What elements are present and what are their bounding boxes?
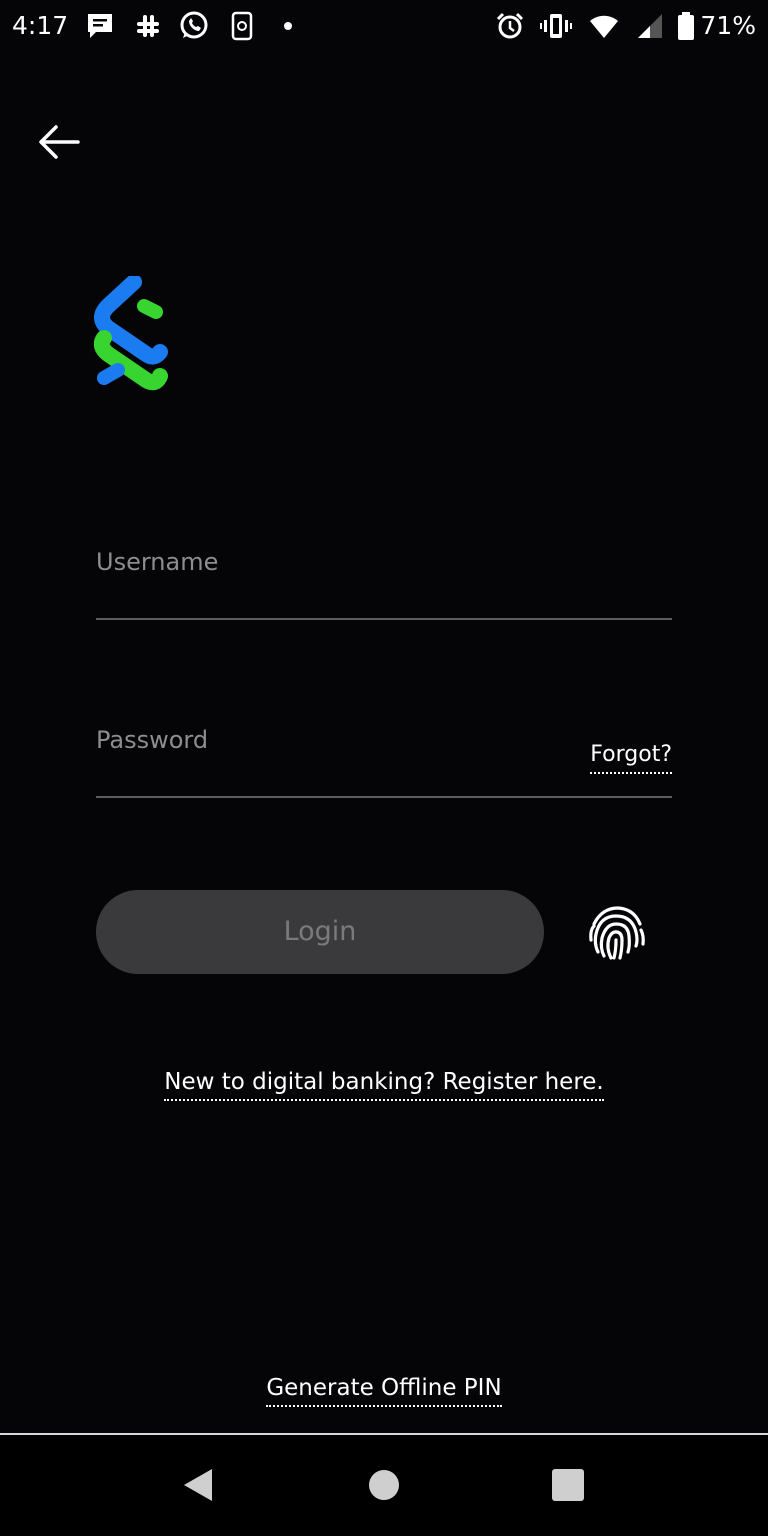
message-icon — [84, 10, 116, 42]
username-field[interactable] — [96, 530, 672, 620]
vibrate-icon — [540, 10, 572, 42]
fingerprint-button[interactable] — [584, 900, 648, 964]
back-arrow-icon — [39, 125, 80, 159]
nav-home-button[interactable] — [364, 1465, 404, 1505]
login-button[interactable]: Login — [96, 890, 544, 974]
register-link-container: New to digital banking? Register here. — [0, 1066, 768, 1101]
forgot-password-link[interactable]: Forgot? — [590, 740, 672, 774]
battery-percent: 71% — [700, 11, 756, 40]
register-link[interactable]: New to digital banking? Register here. — [164, 1069, 604, 1101]
nav-recents-icon — [552, 1469, 584, 1501]
standard-chartered-logo — [94, 276, 170, 394]
offline-pin-container: Generate Offline PIN — [0, 1372, 768, 1407]
nav-back-button[interactable] — [178, 1465, 218, 1505]
password-input[interactable] — [96, 720, 566, 760]
password-field[interactable]: Forgot? — [96, 708, 672, 798]
alarm-icon — [494, 10, 526, 42]
nav-home-icon — [369, 1470, 399, 1500]
back-button[interactable] — [30, 116, 90, 168]
username-input[interactable] — [96, 542, 566, 582]
whatsapp-icon — [178, 10, 210, 42]
battery-icon — [676, 10, 696, 42]
system-nav-bar — [0, 1435, 768, 1536]
generate-offline-pin-link[interactable]: Generate Offline PIN — [266, 1375, 502, 1407]
fingerprint-icon — [589, 906, 645, 960]
dot-icon — [272, 10, 304, 42]
app-icon — [226, 10, 258, 42]
nav-back-icon — [184, 1469, 212, 1501]
wifi-icon — [588, 10, 620, 42]
slack-icon — [132, 10, 164, 42]
status-bar: 4:17 71% — [0, 0, 768, 56]
status-time: 4:17 — [12, 11, 69, 40]
signal-icon — [634, 10, 666, 42]
nav-recents-button[interactable] — [548, 1465, 588, 1505]
